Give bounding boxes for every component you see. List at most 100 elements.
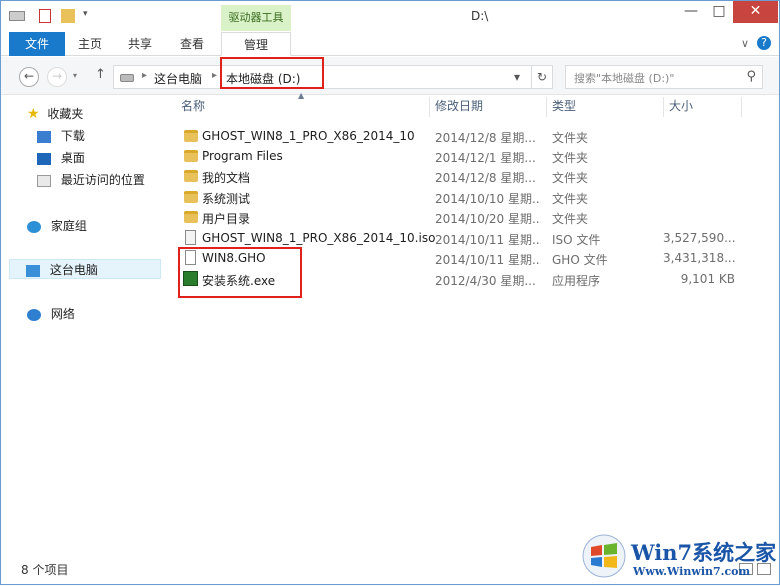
watermark: Win7系统之家 Www.Winwin7.com [581,531,780,586]
window-title: D:\ [471,9,489,23]
breadcrumb-separator[interactable]: ▸ [142,70,147,81]
nav-desktop-label: 桌面 [60,151,85,165]
help-icon[interactable]: ? [757,36,771,50]
nav-this-pc-label: 这台电脑 [49,263,98,277]
star-icon: ★ [27,106,40,122]
watermark-title: Win7系统之家 [631,540,777,565]
column-divider[interactable] [663,97,664,117]
file-date: 2014/10/11 星期... [435,253,541,267]
close-button[interactable]: ✕ [733,1,778,23]
nav-homegroup[interactable]: 家庭组 [27,216,87,236]
drive-icon [9,11,25,21]
properties-icon[interactable] [39,9,51,23]
recent-places-icon [37,174,51,187]
column-divider[interactable] [741,97,742,117]
address-dropdown-icon[interactable]: ▾ [514,70,520,84]
tab-view[interactable]: 查看 [169,32,215,56]
file-date: 2014/12/8 星期... [435,171,536,185]
tab-home[interactable]: 主页 [67,32,113,56]
nav-this-pc[interactable]: 这台电脑 [9,259,161,279]
maximize-button[interactable]: □ [705,1,733,23]
file-type: 文件夹 [552,171,589,185]
breadcrumb-this-pc[interactable]: 这台电脑 [154,70,202,87]
nav-downloads[interactable]: 下载 [37,126,85,146]
sort-ascending-icon: ▲ [298,91,305,100]
windows-logo-icon [582,534,626,578]
file-size: 9,101 KB [680,272,735,286]
file-name: WIN8.GHO [202,251,266,265]
homegroup-icon [27,220,41,233]
file-row[interactable]: Program Files 2014/12/1 星期... 文件夹 [177,146,767,166]
file-name: 安装系统.exe [202,274,276,288]
search-icon[interactable]: ⚲ [746,69,756,84]
column-divider[interactable] [546,97,547,117]
file-date: 2012/4/30 星期... [435,274,536,288]
folder-icon [184,191,198,203]
up-button[interactable]: ↑ [95,67,106,82]
file-name: 系统测试 [202,192,251,206]
explorer-window: ▾ 驱动器工具 D:\ — □ ✕ 文件 主页 共享 查看 管理 ∨ ? ← →… [0,0,780,585]
tab-share[interactable]: 共享 [117,32,163,56]
nav-favorites-label: 收藏夹 [47,107,84,121]
nav-favorites[interactable]: ★ 收藏夹 [27,104,83,124]
forward-button[interactable]: → [47,67,67,87]
file-date: 2014/10/11 星期... [435,233,541,247]
file-name: 用户目录 [202,212,251,226]
contextual-tab-group: 驱动器工具 [221,5,291,31]
network-icon [27,308,41,321]
folder-icon [184,150,198,162]
file-row[interactable]: WIN8.GHO 2014/10/11 星期... GHO 文件 3,431,3… [177,248,767,268]
breadcrumb-drive-d[interactable]: 本地磁盘 (D:) [226,70,300,87]
iso-file-icon [185,230,196,245]
file-row[interactable]: 用户目录 2014/10/20 星期... 文件夹 [177,207,767,227]
folder-icon [184,170,198,182]
tab-file[interactable]: 文件 [9,32,65,56]
file-date: 2014/12/1 星期... [435,151,536,165]
back-button[interactable]: ← [19,67,39,87]
folder-icon [184,130,198,142]
search-box[interactable]: 搜索"本地磁盘 (D:)" ⚲ [565,65,763,89]
file-name: 我的文档 [202,171,251,185]
column-header-type[interactable]: 类型 [552,97,576,117]
nav-desktop[interactable]: 桌面 [37,148,85,168]
file-name: Program Files [202,149,283,163]
file-size: 3,431,318... [663,251,735,265]
tab-manage[interactable]: 管理 [221,32,291,56]
file-row[interactable]: 系统测试 2014/10/10 星期... 文件夹 [177,187,767,207]
recent-dropdown-icon[interactable]: ▾ [73,71,77,80]
title-bar: ▾ 驱动器工具 D:\ — □ ✕ [1,1,779,32]
file-row[interactable]: GHOST_WIN8_1_PRO_X86_2014_10 2014/12/8 星… [177,126,767,146]
breadcrumb-separator[interactable]: ▸ [212,70,217,81]
file-size: 3,527,590... [663,231,735,245]
desktop-icon [37,152,51,165]
file-row[interactable]: 我的文档 2014/12/8 星期... 文件夹 [177,166,767,186]
file-type: 文件夹 [552,192,589,206]
ribbon-tabs: 文件 主页 共享 查看 管理 ∨ ? [1,32,779,56]
file-date: 2014/10/10 星期... [435,192,541,206]
file-date: 2014/10/20 星期... [435,212,541,226]
file-row[interactable]: 安装系统.exe 2012/4/30 星期... 应用程序 9,101 KB [177,269,767,289]
column-header-size[interactable]: 大小 [669,97,693,117]
file-name: GHOST_WIN8_1_PRO_X86_2014_10.iso [202,231,436,245]
column-header-name[interactable]: 名称 [181,97,205,117]
ribbon-expand-icon[interactable]: ∨ [741,37,749,50]
address-bar[interactable]: ▸ 这台电脑 ▸ 本地磁盘 (D:) ▾ [113,65,553,89]
file-type: ISO 文件 [552,233,601,247]
generic-file-icon [185,250,196,265]
navigation-pane: ★ 收藏夹 下载 桌面 最近访问的位置 家庭组 这台电脑 网络 [1,96,163,551]
file-type: GHO 文件 [552,253,608,267]
new-folder-icon[interactable] [61,9,75,23]
customize-dropdown-icon[interactable]: ▾ [83,9,91,23]
minimize-button[interactable]: — [677,1,705,23]
refresh-button[interactable]: ↻ [531,65,553,89]
nav-recent[interactable]: 最近访问的位置 [37,170,145,190]
computer-icon [120,74,134,82]
file-row[interactable]: GHOST_WIN8_1_PRO_X86_2014_10.iso 2014/10… [177,228,767,248]
nav-network[interactable]: 网络 [27,304,75,324]
search-placeholder: 搜索"本地磁盘 (D:)" [574,72,675,85]
column-header-date[interactable]: 修改日期 [435,97,483,117]
download-icon [37,130,51,143]
nav-downloads-label: 下载 [60,129,85,143]
nav-recent-label: 最近访问的位置 [60,173,145,187]
column-divider[interactable] [429,97,430,117]
